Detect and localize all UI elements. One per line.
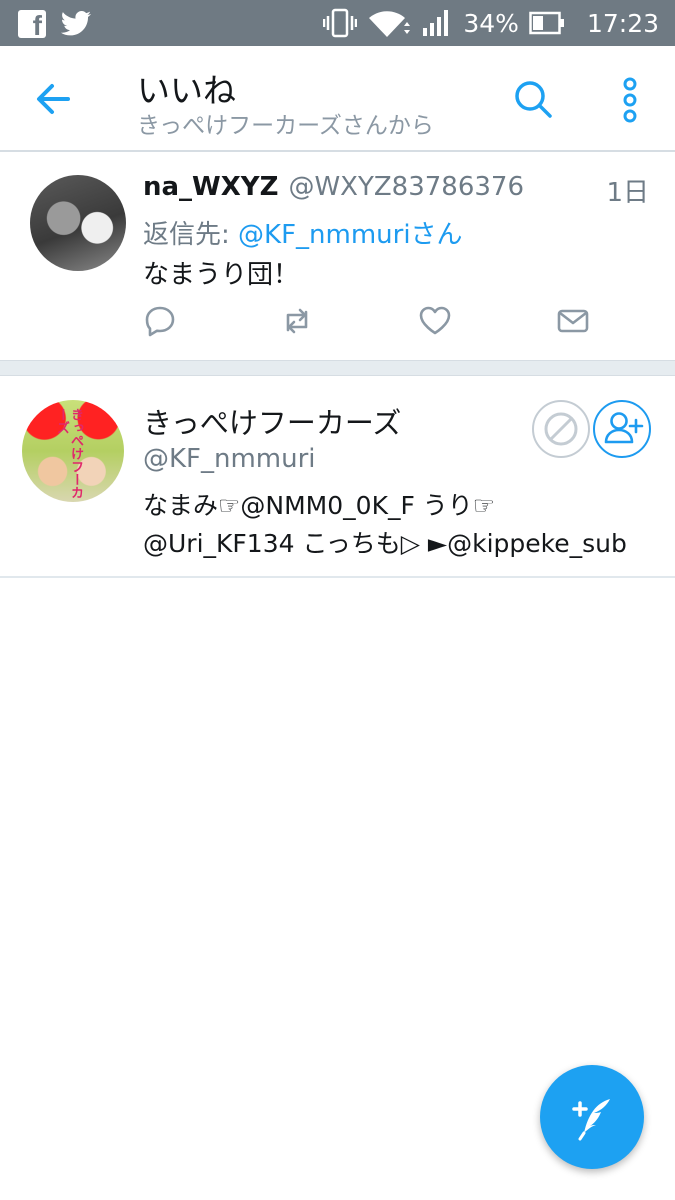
tweet-item[interactable]: na_WXYZ @WXYZ83786376 1日 返信先: @KF_nmmuriさ… (0, 152, 675, 360)
tweet-author-name[interactable]: na_WXYZ (143, 172, 278, 202)
follow-button[interactable] (593, 400, 651, 458)
avatar-text: きっぺけフーカーズ (54, 408, 83, 499)
vibrate-icon (323, 8, 358, 38)
battery-percent: 34% (463, 8, 519, 38)
reply-to-link[interactable]: @KF_nmmuriさん (238, 220, 463, 250)
status-bar-left: f (18, 8, 92, 40)
direct-message-icon[interactable] (556, 304, 590, 338)
reply-icon[interactable] (143, 304, 177, 338)
retweet-icon[interactable] (280, 304, 314, 338)
facebook-icon: f (18, 10, 46, 40)
reply-context: 返信先: @KF_nmmuriさん (143, 214, 463, 251)
like-icon[interactable] (418, 304, 452, 338)
block-icon (544, 412, 578, 446)
add-user-icon (604, 412, 644, 444)
avatar[interactable]: きっぺけフーカーズ (22, 400, 124, 502)
tweet-timestamp: 1日 (606, 178, 649, 208)
avatar[interactable] (30, 175, 126, 271)
clock: 17:23 (586, 8, 659, 38)
tweet-header: na_WXYZ @WXYZ83786376 (143, 172, 524, 202)
more-options-icon[interactable] (612, 76, 648, 124)
user-name[interactable]: きっぺけフーカーズ (143, 400, 401, 442)
status-bar: f 34% 17:23 (0, 0, 675, 46)
user-handle: @KF_nmmuri (143, 444, 316, 474)
block-button[interactable] (532, 400, 590, 458)
section-divider (0, 360, 675, 376)
user-bio-line-1: なまみ☞@NMM0_0K_F うり☞ (143, 491, 496, 520)
user-item[interactable]: きっぺけフーカーズ きっぺけフーカーズ @KF_nmmuri なまみ☞@NMM0… (0, 376, 675, 578)
tweet-text: なまうり団！ (143, 260, 300, 290)
page-subtitle: きっぺけフーカーズさんから (137, 113, 434, 139)
status-bar-right: 34% 17:23 (323, 0, 659, 46)
compose-tweet-button[interactable] (540, 1065, 644, 1169)
tweet-author-handle: @WXYZ83786376 (288, 172, 525, 202)
app-bar: いいね きっぺけフーカーズさんから (0, 46, 675, 152)
compose-feather-icon (572, 1099, 610, 1141)
search-icon[interactable] (512, 78, 554, 120)
page-title: いいね (137, 71, 236, 110)
user-bio-line-2: @Uri_KF134 こっちも▷ ►@kippeke_sub (143, 529, 627, 558)
battery-icon (529, 11, 564, 35)
signal-icon (423, 10, 449, 36)
wifi-icon (369, 11, 411, 37)
reply-prefix: 返信先: (143, 220, 239, 250)
twitter-icon (60, 11, 91, 36)
back-arrow-icon[interactable] (30, 76, 76, 122)
